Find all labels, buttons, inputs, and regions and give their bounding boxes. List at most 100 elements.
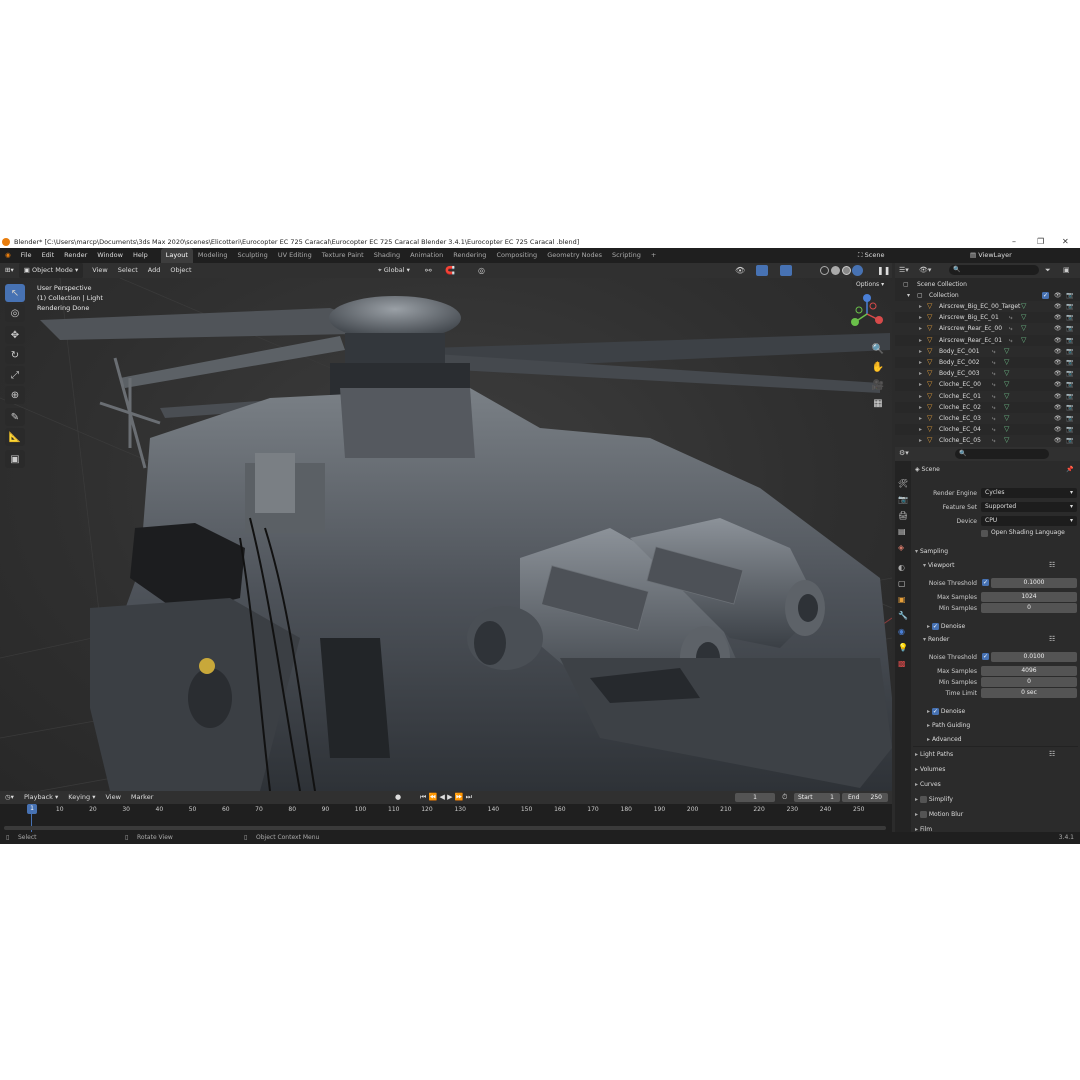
visibility-eye-icon[interactable]: 👁 [1054, 301, 1062, 312]
simplify-checkbox[interactable] [919, 796, 927, 803]
render-subpanel[interactable]: ▾ Render [923, 636, 949, 643]
tab-sculpting[interactable]: Sculpting [232, 248, 272, 263]
render-camera-icon[interactable]: 📷 [1066, 402, 1073, 413]
expand-arrow-icon[interactable]: ▸ [919, 368, 922, 379]
viewport-menu-object[interactable]: Object [165, 263, 196, 278]
visibility-icon[interactable]: 👁 [735, 263, 745, 278]
output-tab-icon[interactable]: 🖨 [898, 511, 908, 520]
texture-tab-icon[interactable]: ▩ [898, 659, 906, 668]
world-tab-icon[interactable]: ◐ [898, 563, 905, 572]
outliner-scene-collection[interactable]: ▢ Scene Collection [895, 279, 1080, 291]
solid-shading-icon[interactable] [831, 266, 840, 275]
object-tab-icon[interactable]: ▣ [898, 595, 906, 604]
render-camera-icon[interactable]: 📷 [1066, 379, 1073, 390]
playback-controls[interactable]: ⏮ ⏪ ◀ ▶ ⏩ ⏭ [420, 791, 472, 804]
timeline-editor-icon[interactable]: ◷▾ [0, 790, 19, 805]
viewport-menu-add[interactable]: Add [143, 263, 166, 278]
viewport-subpanel[interactable]: ▾ Viewport [923, 562, 954, 569]
transform-tool[interactable]: ⊕ [5, 386, 25, 404]
expand-arrow-icon[interactable]: ▸ [919, 424, 922, 435]
collection-tab-icon[interactable]: ▢ [898, 579, 906, 588]
tab-modeling[interactable]: Modeling [193, 248, 233, 263]
vp-denoise-subpanel[interactable]: ▸ ✓ Denoise [927, 623, 965, 630]
outliner-object-row[interactable]: ▸ ▽ Cloche_EC_00 ⤷ ▽ 👁 📷 [895, 379, 1080, 390]
simplify-panel[interactable]: ▸ Simplify [915, 796, 953, 803]
outliner-object-row[interactable]: ▸ ▽ Body_EC_002 ⤷ ▽ 👁 📷 [895, 357, 1080, 368]
outliner-object-row[interactable]: ▸ ▽ Cloche_EC_01 ⤷ ▽ 👁 📷 [895, 390, 1080, 402]
mode-dropdown[interactable]: ▣ Object Mode ▾ [18, 263, 84, 278]
light-paths-presets-icon[interactable]: ☷ [1049, 750, 1055, 758]
render-camera-icon[interactable]: 📷 [1066, 368, 1073, 379]
minimize-icon[interactable]: – [1012, 236, 1016, 248]
proportional-edit-icon[interactable]: ◎ [478, 263, 485, 278]
curves-panel[interactable]: ▸ Curves [915, 781, 941, 788]
outliner-object-row[interactable]: ▸ ▽ Airscrew_Big_EC_00_Target ⤷ ▽ 👁 📷 [895, 301, 1080, 313]
outliner-object-row[interactable]: ▸ ▽ Body_EC_001 ⤷ ▽ 👁 📷 [895, 345, 1080, 357]
volumes-panel[interactable]: ▸ Volumes [915, 766, 945, 773]
tab-compositing[interactable]: Compositing [491, 248, 542, 263]
render-camera-icon[interactable]: 📷 [1066, 435, 1073, 446]
render-camera-icon[interactable]: 📷 [1066, 413, 1073, 424]
advanced-subpanel[interactable]: ▸ Advanced [927, 736, 962, 743]
transform-orientation-dropdown[interactable]: ⌖ Global ▾ [378, 263, 410, 278]
visibility-eye-icon[interactable]: 👁 [1054, 335, 1062, 346]
properties-panel[interactable]: ◈ Scene 📌 Render Engine Cycles ▾ Feature Se… [911, 461, 1080, 832]
outliner-object-row[interactable]: ▸ ▽ Airscrew_Big_EC_01 ⤷ ▽ 👁 📷 [895, 312, 1080, 323]
timeline-marker-menu[interactable]: Marker [126, 790, 158, 805]
expand-arrow-icon[interactable]: ▸ [919, 391, 922, 402]
tab-uv-editing[interactable]: UV Editing [273, 248, 317, 263]
maximize-icon[interactable]: ❐ [1037, 236, 1044, 248]
viewport-menu-select[interactable]: Select [113, 263, 143, 278]
expand-arrow-icon[interactable]: ▸ [919, 323, 922, 334]
timeline-area[interactable]: 1102030405060708090100110120130140150160… [0, 804, 892, 832]
vp-max-samples-field[interactable]: 1024 [981, 592, 1077, 602]
viewport-menu-view[interactable]: View [87, 263, 112, 278]
add-cube-tool[interactable]: ▣ [5, 450, 25, 468]
expand-arrow-icon[interactable]: ▸ [919, 435, 922, 446]
timeline-view-menu[interactable]: View [100, 790, 125, 805]
r-min-samples-field[interactable]: 0 [981, 677, 1077, 687]
tool-tab-icon[interactable]: 🛠 [898, 479, 908, 488]
filter-icon[interactable]: ⏷ [1045, 266, 1051, 275]
menu-window[interactable]: Window [92, 248, 128, 263]
pin-icon[interactable]: 📌 [1066, 466, 1073, 473]
close-icon[interactable]: ✕ [1062, 236, 1069, 248]
3d-viewport[interactable]: User Perspective (1) Collection | Light … [0, 278, 892, 791]
sampling-panel[interactable]: ▾ Sampling [915, 548, 948, 555]
cursor-tool[interactable]: ◎ [5, 304, 25, 322]
tab-animation[interactable]: Animation [405, 248, 448, 263]
material-shading-icon[interactable] [842, 266, 851, 275]
timeline-playback-menu[interactable]: Playback ▾ [19, 790, 63, 805]
physics-tab-icon[interactable]: ◉ [898, 627, 905, 636]
menu-render[interactable]: Render [59, 248, 92, 263]
move-tool[interactable]: ✥ [5, 326, 25, 344]
r-max-samples-field[interactable]: 4096 [981, 666, 1077, 676]
tab-scripting[interactable]: Scripting [607, 248, 646, 263]
outliner-collection[interactable]: ▾ ▢ Collection ✓ 👁 📷 [895, 290, 1080, 301]
new-collection-icon[interactable]: ▣ [1063, 266, 1070, 274]
current-frame-field[interactable]: 1 [735, 793, 775, 802]
viewport-presets-icon[interactable]: ☷ [1049, 561, 1055, 569]
expand-arrow-icon[interactable]: ▸ [919, 346, 922, 357]
gizmo-toggle-icon[interactable] [756, 265, 768, 276]
playhead[interactable]: 1 [27, 804, 37, 814]
render-camera-icon[interactable]: 📷 [1066, 301, 1073, 312]
rendered-shading-icon[interactable] [852, 265, 863, 276]
render-camera-icon[interactable]: 📷 [1066, 391, 1073, 402]
wireframe-shading-icon[interactable] [820, 266, 829, 275]
visibility-eye-icon[interactable]: 👁 [1054, 368, 1062, 379]
tab-rendering[interactable]: Rendering [448, 248, 491, 263]
path-guiding-subpanel[interactable]: ▸ Path Guiding [927, 722, 970, 729]
collection-enabled-checkbox[interactable]: ✓ [1042, 292, 1049, 299]
zoom-icon[interactable]: 🔍 [870, 344, 886, 360]
outliner-object-row[interactable]: ▸ ▽ Airscrew_Rear_Ec_01 ⤷ ▽ 👁 📷 [895, 335, 1080, 346]
outliner-object-row[interactable]: ▸ ▽ Cloche_EC_05 ⤷ ▽ 👁 📷 [895, 435, 1080, 446]
scene-tab-icon[interactable]: ◈ [898, 543, 904, 552]
options-dropdown[interactable]: Options ▾ [852, 280, 889, 289]
visibility-eye-icon[interactable]: 👁 [1054, 323, 1062, 334]
properties-search-input[interactable]: 🔍 [955, 449, 1049, 459]
outliner-editor-icon[interactable]: ☰▾ [899, 266, 909, 274]
timeline-keying-menu[interactable]: Keying ▾ [63, 790, 100, 805]
overlay-toggle-icon[interactable] [780, 265, 792, 276]
render-camera-icon[interactable]: 📷 [1066, 346, 1073, 357]
